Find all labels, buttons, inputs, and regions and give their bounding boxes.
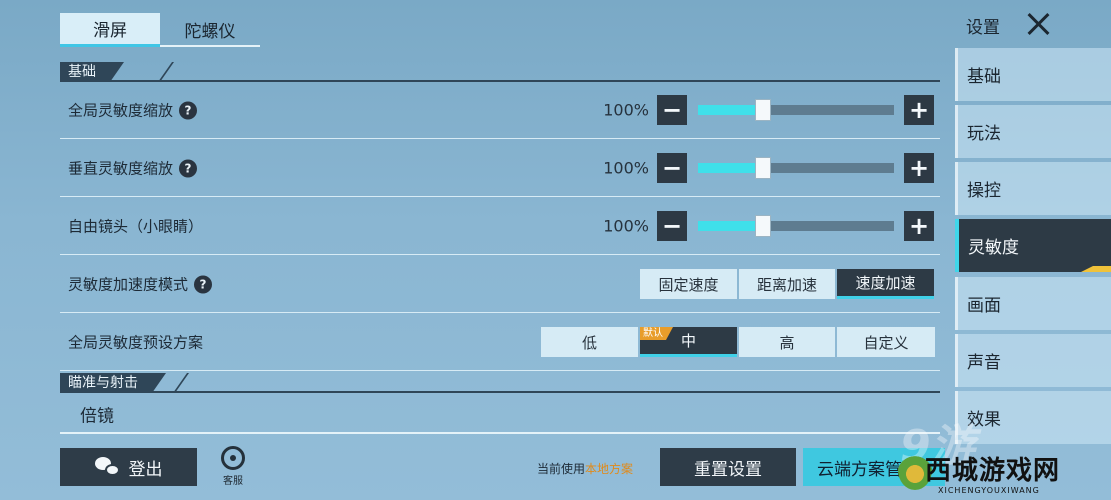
sensitivity-slider[interactable]: [698, 215, 894, 237]
option-distance-accel[interactable]: 距离加速: [739, 269, 835, 299]
section-title: 瞄准与射击: [60, 373, 166, 393]
section-title: 基础: [60, 62, 124, 82]
row-label: 全局灵敏度预设方案: [68, 333, 204, 352]
tab-gyroscope[interactable]: 陀螺仪: [160, 13, 260, 47]
sidebar-item-controls[interactable]: 操控: [955, 162, 1111, 215]
row-acceleration-mode: 灵敏度加速度模式 ? 固定速度 距离加速 速度加速: [60, 256, 940, 313]
slider-thumb[interactable]: [754, 99, 771, 121]
sidebar-item-sound[interactable]: 声音: [955, 334, 1111, 387]
decrease-button[interactable]: −: [657, 95, 687, 125]
slider-thumb[interactable]: [754, 157, 771, 179]
increase-button[interactable]: +: [904, 211, 934, 241]
sidebar-item-graphics[interactable]: 画面: [955, 277, 1111, 330]
wechat-icon: [94, 456, 121, 478]
row-free-look: 自由镜头（小眼睛） 100% − +: [60, 198, 940, 255]
close-icon[interactable]: [1027, 12, 1051, 36]
decrease-button[interactable]: −: [657, 153, 687, 183]
option-medium[interactable]: 默认 中: [640, 327, 737, 357]
sidebar-item-gameplay[interactable]: 玩法: [955, 105, 1111, 158]
settings-sidebar: 设置 基础 玩法 操控 灵敏度 画面 声音 效果: [955, 0, 1111, 500]
acceleration-mode-selector: 固定速度 距离加速 速度加速: [640, 269, 934, 299]
sensitivity-value: 100%: [603, 216, 649, 236]
current-prefix: 当前使用: [537, 462, 586, 476]
slider-fill: [698, 221, 763, 231]
sidebar-item-basic[interactable]: 基础: [955, 48, 1111, 101]
section-header-aim: 瞄准与射击: [60, 373, 940, 393]
sensitivity-slider[interactable]: [698, 99, 894, 121]
row-label: 自由镜头（小眼睛）: [68, 217, 204, 236]
sidebar-header: 设置: [955, 0, 1111, 46]
bottom-bar: 登出 客服 当前使用本地方案 重置设置 云端方案管: [0, 440, 945, 500]
service-label: 客服: [223, 476, 243, 487]
help-icon[interactable]: ?: [194, 275, 213, 293]
logout-label: 登出: [128, 459, 163, 480]
preset-selector: 低 默认 中 高 自定义: [541, 327, 935, 357]
increase-button[interactable]: +: [904, 153, 934, 183]
slider-thumb[interactable]: [754, 215, 771, 237]
section-header-basic: 基础: [60, 62, 940, 82]
current-scheme-name: 本地方案: [585, 462, 634, 476]
row-label: 垂直灵敏度缩放: [68, 159, 174, 178]
help-icon[interactable]: ?: [179, 101, 198, 119]
section-slash-decoration: [157, 62, 183, 82]
tab-swipe[interactable]: 滑屏: [60, 13, 160, 47]
sensitivity-value: 100%: [603, 100, 649, 120]
section-divider: [60, 391, 940, 393]
row-label: 全局灵敏度缩放: [68, 101, 174, 120]
option-low[interactable]: 低: [541, 327, 638, 357]
customer-service-button[interactable]: 客服: [213, 446, 253, 487]
row-vertical-sensitivity: 垂直灵敏度缩放 ? 100% − +: [60, 140, 940, 197]
option-high[interactable]: 高: [739, 327, 835, 357]
sidebar-item-effects[interactable]: 效果: [955, 391, 1111, 444]
section-slash-decoration: [172, 373, 198, 393]
row-global-sensitivity: 全局灵敏度缩放 ? 100% − +: [60, 82, 940, 139]
option-label: 中: [680, 332, 696, 350]
reset-settings-button[interactable]: 重置设置: [660, 448, 796, 486]
settings-title: 设置: [966, 18, 1000, 38]
cloud-scheme-button[interactable]: 云端方案管: [803, 448, 945, 486]
row-label: 倍镜: [80, 406, 114, 427]
row-scope[interactable]: 倍镜: [60, 396, 940, 434]
option-speed-accel[interactable]: 速度加速: [837, 269, 934, 299]
mode-tabs: 滑屏 陀螺仪: [60, 13, 260, 47]
default-badge: 默认: [640, 327, 673, 340]
option-fixed-speed[interactable]: 固定速度: [640, 269, 737, 299]
row-preset-scheme: 全局灵敏度预设方案 低 默认 中 高 自定义: [60, 314, 940, 371]
headset-icon: [221, 446, 245, 470]
slider-fill: [698, 163, 763, 173]
sensitivity-value: 100%: [603, 158, 649, 178]
settings-main-panel: 滑屏 陀螺仪 基础 全局灵敏度缩放 ? 100% − + 垂直灵敏度缩放 ? 1…: [0, 0, 945, 500]
current-scheme-text: 当前使用本地方案: [537, 460, 633, 477]
sidebar-item-sensitivity[interactable]: 灵敏度: [955, 219, 1111, 272]
slider-fill: [698, 105, 763, 115]
logout-button[interactable]: 登出: [60, 448, 197, 486]
decrease-button[interactable]: −: [657, 211, 687, 241]
increase-button[interactable]: +: [904, 95, 934, 125]
row-label: 灵敏度加速度模式: [68, 275, 189, 294]
help-icon[interactable]: ?: [179, 159, 198, 177]
option-custom[interactable]: 自定义: [837, 327, 935, 357]
sensitivity-slider[interactable]: [698, 157, 894, 179]
